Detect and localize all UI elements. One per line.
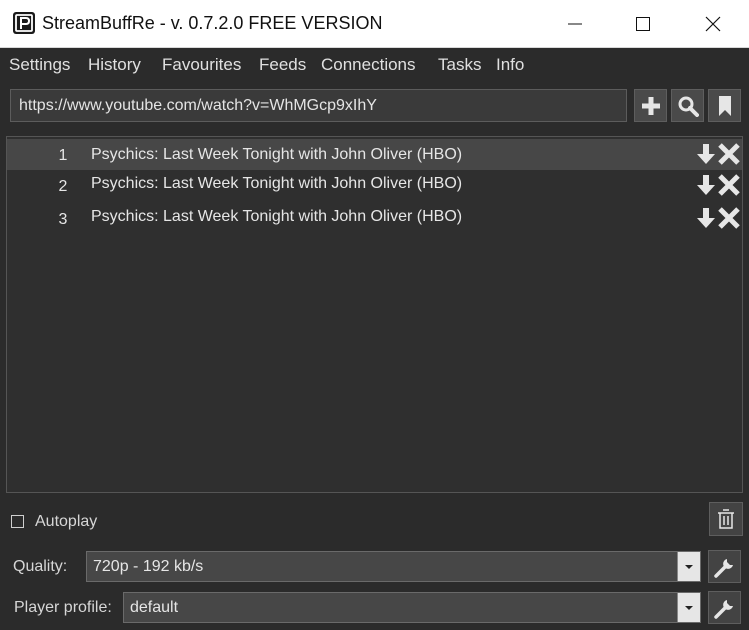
- list-item[interactable]: 1 Psychics: Last Week Tonight with John …: [7, 139, 742, 170]
- quality-settings-button[interactable]: [708, 550, 741, 583]
- list-item[interactable]: 3 Psychics: Last Week Tonight with John …: [7, 203, 742, 234]
- quality-select[interactable]: 720p - 192 kb/s: [86, 551, 701, 582]
- autoplay-checkbox[interactable]: [11, 515, 24, 528]
- player-profile-label: Player profile:: [14, 599, 112, 616]
- player-profile-value: default: [130, 599, 179, 616]
- search-button[interactable]: [671, 89, 704, 122]
- chevron-down-icon: [685, 605, 693, 610]
- close-icon: [705, 16, 721, 31]
- minimize-icon: [568, 23, 582, 24]
- menu-favourites[interactable]: Favourites: [162, 55, 241, 75]
- quality-label: Quality:: [13, 558, 68, 575]
- minimize-button[interactable]: [540, 0, 610, 47]
- maximize-button[interactable]: [608, 0, 678, 47]
- menu-settings[interactable]: Settings: [9, 55, 70, 75]
- remove-icon[interactable]: [717, 142, 741, 166]
- menu-connections[interactable]: Connections: [321, 55, 416, 75]
- row-title: Psychics: Last Week Tonight with John Ol…: [91, 175, 463, 192]
- row-number: 3: [58, 211, 68, 228]
- player-profile-settings-button[interactable]: [708, 591, 741, 624]
- remove-icon[interactable]: [717, 173, 741, 197]
- quality-value: 720p - 192 kb/s: [93, 558, 204, 575]
- close-button[interactable]: [678, 0, 748, 47]
- bookmark-button[interactable]: [708, 89, 741, 122]
- clear-list-button[interactable]: [709, 502, 743, 536]
- video-list: 1 Psychics: Last Week Tonight with John …: [6, 136, 743, 493]
- list-item[interactable]: 2 Psychics: Last Week Tonight with John …: [7, 170, 742, 201]
- wrench-icon: [713, 558, 733, 578]
- maximize-icon: [636, 16, 650, 31]
- row-number: 2: [58, 178, 68, 195]
- wrench-icon: [713, 599, 733, 619]
- download-icon[interactable]: [695, 206, 717, 230]
- plus-icon: [641, 96, 660, 115]
- menu-feeds[interactable]: Feeds: [259, 55, 306, 75]
- player-profile-dropdown-arrow[interactable]: [677, 593, 700, 622]
- app-logo-icon: [13, 12, 35, 34]
- menu-bar: Settings History Favourites Feeds Connec…: [0, 48, 749, 83]
- remove-icon[interactable]: [717, 206, 741, 230]
- url-input[interactable]: https://www.youtube.com/watch?v=WhMGcp9x…: [10, 89, 627, 122]
- autoplay-label: Autoplay: [35, 513, 98, 530]
- trash-icon: [718, 509, 734, 529]
- window-title: StreamBuffRe - v. 0.7.2.0 FREE VERSION: [42, 13, 383, 33]
- player-profile-select[interactable]: default: [123, 592, 701, 623]
- menu-info[interactable]: Info: [496, 55, 524, 75]
- title-bar: StreamBuffRe - v. 0.7.2.0 FREE VERSION: [0, 0, 749, 48]
- download-icon[interactable]: [695, 142, 717, 166]
- menu-history[interactable]: History: [88, 55, 141, 75]
- row-title: Psychics: Last Week Tonight with John Ol…: [91, 208, 463, 225]
- download-icon[interactable]: [695, 173, 717, 197]
- chevron-down-icon: [685, 564, 693, 569]
- quality-dropdown-arrow[interactable]: [677, 552, 700, 581]
- add-button[interactable]: [634, 89, 667, 122]
- menu-tasks[interactable]: Tasks: [438, 55, 481, 75]
- row-number: 1: [58, 147, 68, 164]
- bookmark-icon: [718, 95, 731, 116]
- row-title: Psychics: Last Week Tonight with John Ol…: [91, 146, 463, 163]
- search-icon: [678, 96, 699, 117]
